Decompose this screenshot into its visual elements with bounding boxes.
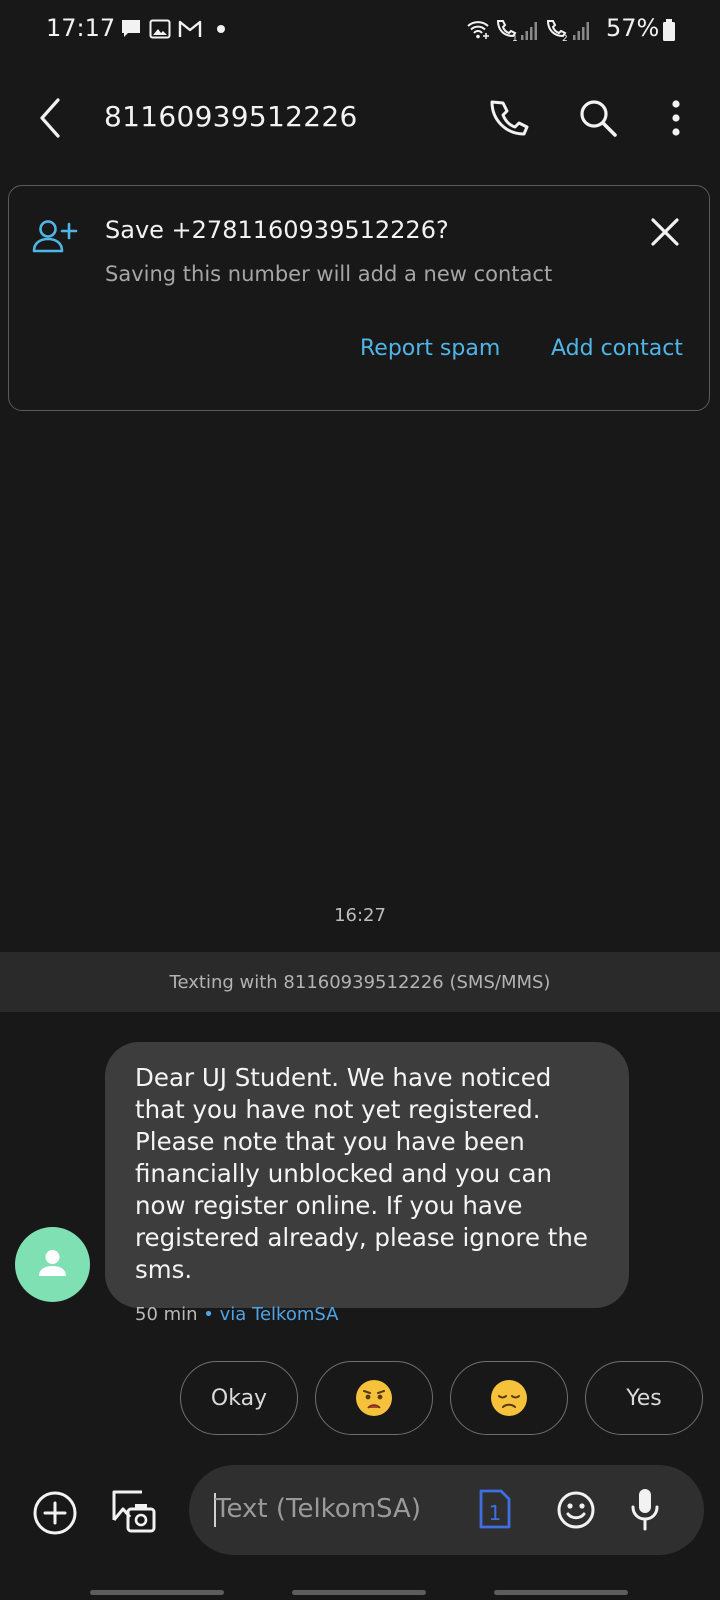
sender-avatar[interactable] bbox=[15, 1227, 90, 1302]
svg-text:2: 2 bbox=[562, 34, 568, 42]
message-meta: 50 min • via TelkomSA bbox=[135, 1304, 338, 1325]
plus-circle-icon bbox=[33, 1491, 77, 1535]
image-icon bbox=[149, 19, 171, 39]
dot-icon bbox=[217, 25, 225, 33]
signal-sim2-icon bbox=[573, 22, 589, 40]
emoji-button[interactable] bbox=[555, 1489, 597, 1531]
message-input-placeholder: Text (TelkomSA) bbox=[215, 1494, 421, 1524]
save-contact-title: Save +2781160939512226? bbox=[105, 216, 449, 244]
battery-icon bbox=[663, 19, 675, 41]
message-input[interactable]: Text (TelkomSA) 1 bbox=[189, 1465, 704, 1555]
smiley-icon bbox=[557, 1491, 595, 1529]
disappointed-face-icon bbox=[491, 1380, 527, 1416]
save-contact-subtitle: Saving this number will add a new contac… bbox=[105, 262, 553, 286]
sim-select-button[interactable]: 1 bbox=[477, 1487, 513, 1531]
battery-percentage: 57% bbox=[606, 14, 660, 42]
svg-text:1: 1 bbox=[512, 34, 518, 42]
close-icon bbox=[651, 218, 679, 246]
quick-reply-okay-label: Okay bbox=[210, 1385, 268, 1411]
nav-back-indicator[interactable] bbox=[494, 1590, 628, 1595]
nav-recents-indicator[interactable] bbox=[90, 1590, 224, 1595]
more-vertical-icon bbox=[672, 100, 680, 136]
search-icon bbox=[580, 100, 617, 137]
call-button[interactable] bbox=[482, 94, 532, 144]
quick-reply-sad-emoji[interactable]: 😞 bbox=[450, 1361, 568, 1435]
message-icon bbox=[122, 20, 140, 37]
attach-button[interactable] bbox=[30, 1488, 80, 1538]
gallery-camera-button[interactable] bbox=[108, 1484, 158, 1538]
quick-reply-okay[interactable]: Okay bbox=[180, 1361, 298, 1435]
close-card-button[interactable] bbox=[645, 212, 685, 252]
signal-sim1-icon bbox=[521, 22, 537, 40]
volte-sim2-icon: 2 bbox=[546, 20, 568, 42]
gallery-camera-icon bbox=[112, 1490, 156, 1533]
message-carrier: • via TelkomSA bbox=[197, 1304, 339, 1325]
sim-number: 1 bbox=[489, 1501, 502, 1525]
gmail-icon bbox=[178, 20, 202, 37]
report-spam-button[interactable]: Report spam bbox=[360, 336, 500, 361]
microphone-icon bbox=[631, 1489, 659, 1531]
quick-reply-yes[interactable]: Yes bbox=[585, 1361, 703, 1435]
volte-sim1-icon: 1 bbox=[496, 20, 518, 42]
message-bubble[interactable]: Dear UJ Student. We have noticed that yo… bbox=[105, 1042, 629, 1308]
save-contact-card: Save +2781160939512226? Saving this numb… bbox=[8, 185, 710, 411]
texting-with-text: Texting with 81160939512226 (SMS/MMS) bbox=[169, 971, 551, 993]
person-icon bbox=[39, 1250, 66, 1276]
texting-with-banner: Texting with 81160939512226 (SMS/MMS) bbox=[0, 952, 720, 1012]
worried-face-icon bbox=[356, 1380, 392, 1416]
quick-reply-yes-label: Yes bbox=[626, 1385, 662, 1411]
status-bar: 17:17 1 2 57% bbox=[0, 0, 720, 60]
timestamp-divider: 16:27 bbox=[334, 905, 386, 926]
more-options-button[interactable] bbox=[656, 94, 696, 144]
search-button[interactable] bbox=[574, 94, 624, 144]
status-time: 17:17 bbox=[46, 14, 116, 42]
voice-input-button[interactable] bbox=[625, 1485, 665, 1535]
message-time: 50 min bbox=[135, 1304, 198, 1325]
wifi-calling-icon bbox=[467, 21, 489, 39]
nav-home-indicator[interactable] bbox=[292, 1590, 426, 1595]
phone-icon bbox=[490, 100, 529, 136]
add-contact-button[interactable]: Add contact bbox=[551, 336, 683, 361]
add-person-icon bbox=[32, 220, 78, 253]
back-button[interactable] bbox=[30, 90, 74, 146]
conversation-title: 81160939512226 bbox=[104, 100, 358, 133]
quick-reply-worried-emoji[interactable]: 😟 bbox=[315, 1361, 433, 1435]
